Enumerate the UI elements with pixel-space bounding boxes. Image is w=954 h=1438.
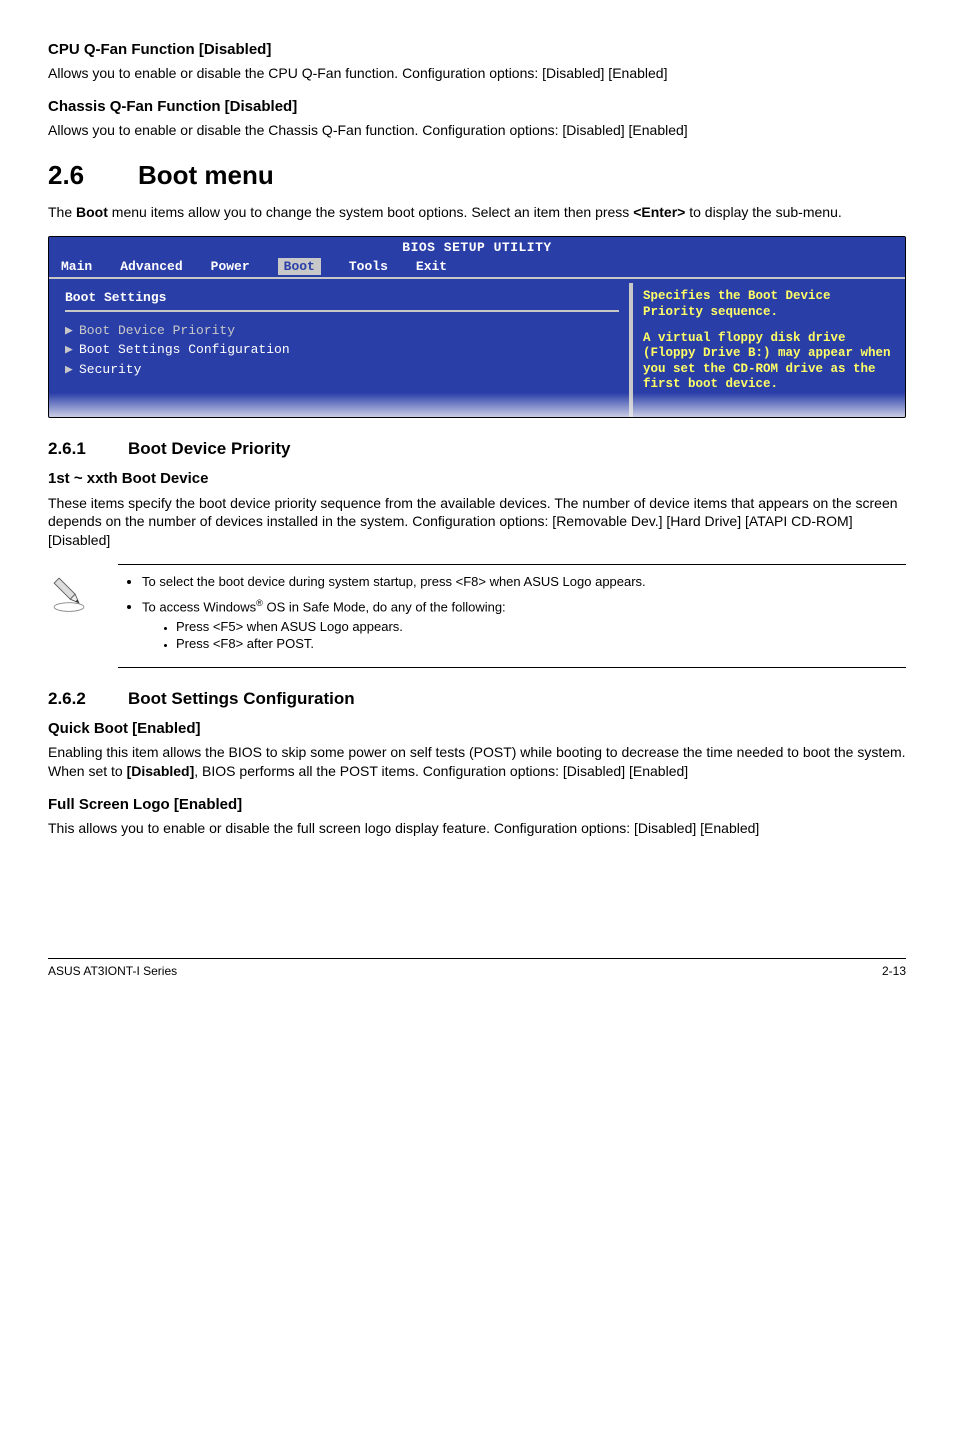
heading-262: 2.6.2Boot Settings Configuration: [48, 688, 906, 711]
bios-tab-tools: Tools: [349, 258, 388, 276]
bios-tab-power: Power: [211, 258, 250, 276]
heading-title: Boot Settings Configuration: [128, 689, 355, 708]
paragraph-full-screen-logo: This allows you to enable or disable the…: [48, 819, 906, 838]
heading-boot-menu: 2.6Boot menu: [48, 158, 906, 193]
paragraph-261: These items specify the boot device prio…: [48, 494, 906, 551]
bios-title: BIOS SETUP UTILITY: [49, 237, 905, 258]
heading-chassis-qfan: Chassis Q-Fan Function [Disabled]: [48, 97, 906, 117]
triangle-icon: ▶: [65, 361, 79, 379]
note-bullet-1: To select the boot device during system …: [142, 573, 900, 591]
note-pencil-icon: [48, 564, 118, 619]
note-bullet-2: To access Windows® OS in Safe Mode, do a…: [142, 597, 900, 653]
bios-tab-exit: Exit: [416, 258, 447, 276]
bios-tab-main: Main: [61, 258, 92, 276]
heading-title: Boot menu: [138, 160, 274, 190]
heading-number: 2.6.1: [48, 438, 128, 461]
bios-tab-advanced: Advanced: [120, 258, 182, 276]
bios-left-heading: Boot Settings: [65, 289, 619, 307]
bios-right-pane: Specifies the Boot Device Priority seque…: [631, 283, 899, 417]
heading-number: 2.6.2: [48, 688, 128, 711]
paragraph-cpu-qfan: Allows you to enable or disable the CPU …: [48, 64, 906, 83]
note-block: To select the boot device during system …: [48, 564, 906, 668]
triangle-icon: ▶: [65, 341, 79, 359]
bios-item-boot-settings-config: ▶Boot Settings Configuration: [65, 341, 619, 359]
note-subbullet-1: Press <F5> when ASUS Logo appears.: [176, 618, 900, 636]
heading-full-screen-logo: Full Screen Logo [Enabled]: [48, 795, 906, 815]
footer-left: ASUS AT3IONT-I Series: [48, 963, 177, 979]
bios-help-text-1: Specifies the Boot Device Priority seque…: [643, 289, 891, 320]
bios-help-text-2: A virtual floppy disk drive (Floppy Driv…: [643, 331, 891, 394]
paragraph-boot-menu-intro: The Boot menu items allow you to change …: [48, 203, 906, 222]
bios-screenshot: BIOS SETUP UTILITY Main Advanced Power B…: [48, 236, 906, 418]
note-content: To select the boot device during system …: [118, 564, 906, 668]
bios-left-pane: Boot Settings ▶Boot Device Priority ▶Boo…: [55, 283, 631, 417]
bios-menubar: Main Advanced Power Boot Tools Exit: [49, 258, 905, 278]
heading-title: Boot Device Priority: [128, 439, 291, 458]
bios-tab-boot: Boot: [278, 258, 321, 276]
heading-number: 2.6: [48, 158, 138, 193]
heading-261: 2.6.1Boot Device Priority: [48, 438, 906, 461]
heading-quick-boot: Quick Boot [Enabled]: [48, 719, 906, 739]
bios-item-security: ▶Security: [65, 361, 619, 379]
heading-1st-boot-device: 1st ~ xxth Boot Device: [48, 469, 906, 489]
page-footer: ASUS AT3IONT-I Series 2-13: [48, 958, 906, 979]
paragraph-quick-boot: Enabling this item allows the BIOS to sk…: [48, 743, 906, 781]
bios-item-boot-device-priority: ▶Boot Device Priority: [65, 322, 619, 340]
note-subbullet-2: Press <F8> after POST.: [176, 635, 900, 653]
bios-divider: [65, 310, 619, 312]
footer-page-number: 2-13: [882, 963, 906, 979]
paragraph-chassis-qfan: Allows you to enable or disable the Chas…: [48, 121, 906, 140]
triangle-icon: ▶: [65, 322, 79, 340]
heading-cpu-qfan: CPU Q-Fan Function [Disabled]: [48, 40, 906, 60]
